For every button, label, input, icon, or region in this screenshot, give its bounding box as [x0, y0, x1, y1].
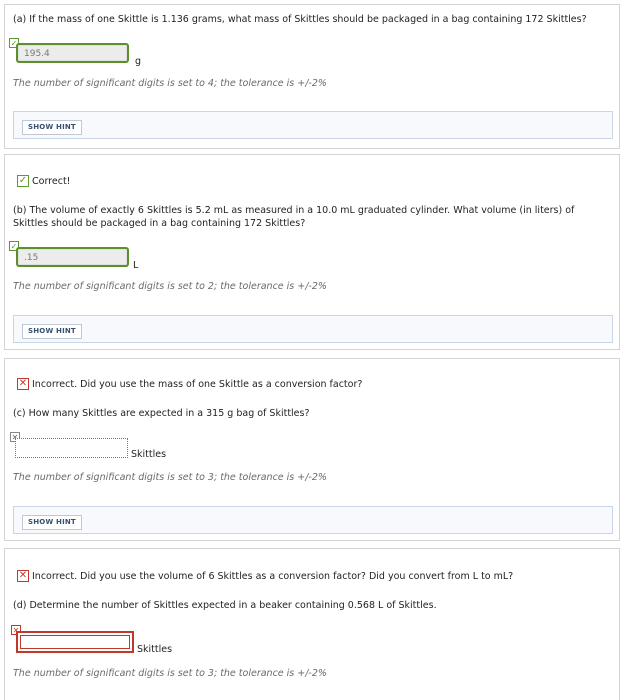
part-b-unit: L	[133, 260, 139, 271]
x-icon: ✕	[17, 378, 29, 390]
show-hint-button[interactable]: SHOW HINT	[22, 515, 82, 530]
part-a-sig-text: The number of significant digits is set …	[13, 78, 327, 89]
part-b-hint-bar: SHOW HINT	[13, 315, 613, 343]
part-b-status: Correct!	[32, 176, 71, 187]
part-d-answer-input[interactable]	[16, 631, 134, 653]
part-c-hint-bar: SHOW HINT	[13, 506, 613, 534]
part-d-question: (d) Determine the number of Skittles exp…	[13, 600, 437, 611]
part-a-answer-value: 195.4	[24, 49, 50, 59]
part-b-answer-value: .15	[24, 253, 39, 263]
check-icon: ✓	[17, 175, 29, 187]
part-d-status: Incorrect. Did you use the volume of 6 S…	[32, 571, 514, 582]
show-hint-button[interactable]: SHOW HINT	[22, 324, 82, 339]
part-c-sig-text: The number of significant digits is set …	[13, 472, 327, 483]
part-d-unit: Skittles	[137, 644, 173, 655]
part-c-unit: Skittles	[131, 449, 167, 460]
part-a-hint-bar: SHOW HINT	[13, 111, 613, 139]
x-icon: ✕	[17, 570, 29, 582]
part-b-sig-text: The number of significant digits is set …	[13, 281, 327, 292]
part-c-panel: ✕ Incorrect. Did you use the mass of one…	[4, 358, 620, 541]
part-b-panel: ✓ Correct! (b) The volume of exactly 6 S…	[4, 154, 620, 350]
part-a-answer-input[interactable]: 195.4	[16, 43, 129, 63]
part-c-answer-input[interactable]	[15, 438, 128, 458]
part-b-answer-input[interactable]: .15	[16, 247, 129, 267]
part-b-question: (b) The volume of exactly 6 Skittles is …	[13, 205, 575, 229]
part-c-status: Incorrect. Did you use the mass of one S…	[32, 379, 363, 390]
part-a-question: (a) If the mass of one Skittle is 1.136 …	[13, 14, 587, 25]
part-c-question: (c) How many Skittles are expected in a …	[13, 408, 310, 419]
part-d-panel: ✕ Incorrect. Did you use the volume of 6…	[4, 548, 620, 700]
part-d-sig-text: The number of significant digits is set …	[13, 668, 327, 679]
part-a-unit: g	[135, 56, 142, 67]
show-hint-button[interactable]: SHOW HINT	[22, 120, 82, 135]
part-a-panel: (a) If the mass of one Skittle is 1.136 …	[4, 4, 620, 149]
